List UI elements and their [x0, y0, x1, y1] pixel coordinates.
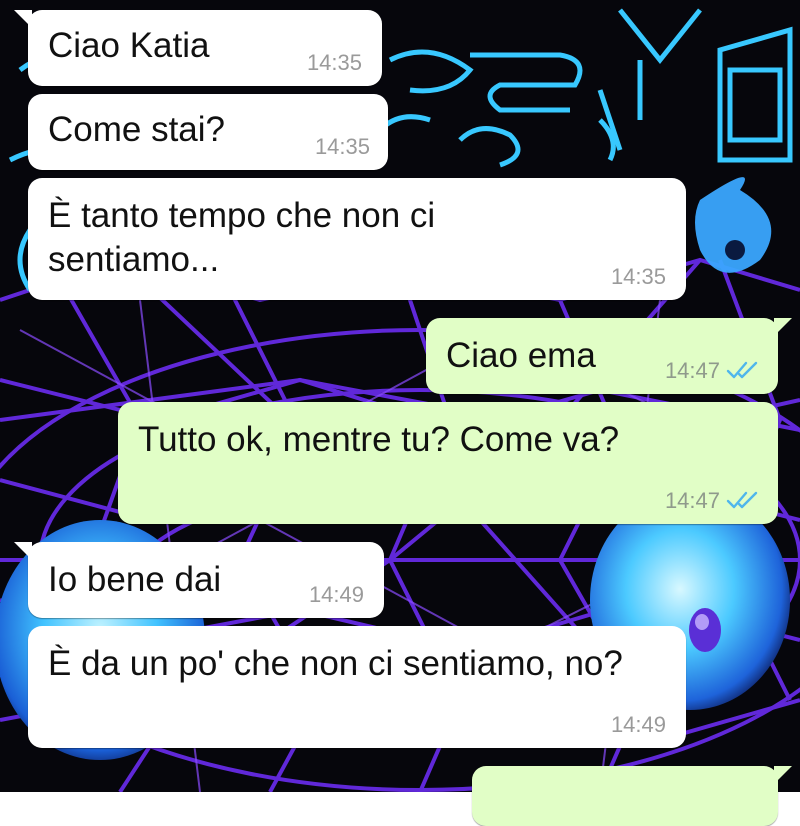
message-bubble-outgoing-partial[interactable]: [472, 766, 792, 826]
message-text: Io bene dai: [48, 560, 222, 599]
message-bubble-outgoing[interactable]: Tutto ok, mentre tu? Come va? 14:47: [118, 402, 778, 524]
bubble-tail: [774, 318, 792, 336]
message-bubble-incoming[interactable]: Come stai? 14:35: [28, 94, 388, 170]
message-text: Ciao Katia: [48, 26, 210, 65]
message-text: Tutto ok, mentre tu? Come va?: [138, 420, 620, 459]
message-text: È tanto tempo che non ci sentiamo...: [48, 196, 436, 279]
message-bubble-incoming[interactable]: È da un po' che non ci sentiamo, no? 14:…: [28, 626, 686, 748]
message-time: 14:35: [610, 264, 666, 289]
message-time: 14:47: [664, 488, 720, 513]
message-time: 14:47: [664, 358, 720, 383]
message-bubble-outgoing[interactable]: Ciao ema 14:47: [426, 318, 792, 394]
double-check-read-icon: [726, 361, 758, 379]
double-check-read-icon: [726, 491, 758, 509]
message-bubble-incoming[interactable]: Io bene dai 14:49: [14, 542, 384, 618]
bubble-tail: [774, 766, 792, 784]
message-text: Ciao ema: [446, 336, 596, 375]
message-time: 14:49: [610, 712, 666, 737]
message-time: 14:35: [314, 134, 370, 159]
bubble-tail: [14, 10, 32, 28]
message-text: È da un po' che non ci sentiamo, no?: [48, 644, 623, 683]
message-time: 14:49: [308, 582, 364, 607]
message-time: 14:35: [306, 50, 362, 75]
bubble-tail: [14, 542, 32, 560]
message-text: Come stai?: [48, 110, 226, 149]
message-bubble-incoming[interactable]: È tanto tempo che non ci sentiamo... 14:…: [28, 178, 686, 300]
message-bubble-incoming[interactable]: Ciao Katia 14:35: [14, 10, 382, 86]
